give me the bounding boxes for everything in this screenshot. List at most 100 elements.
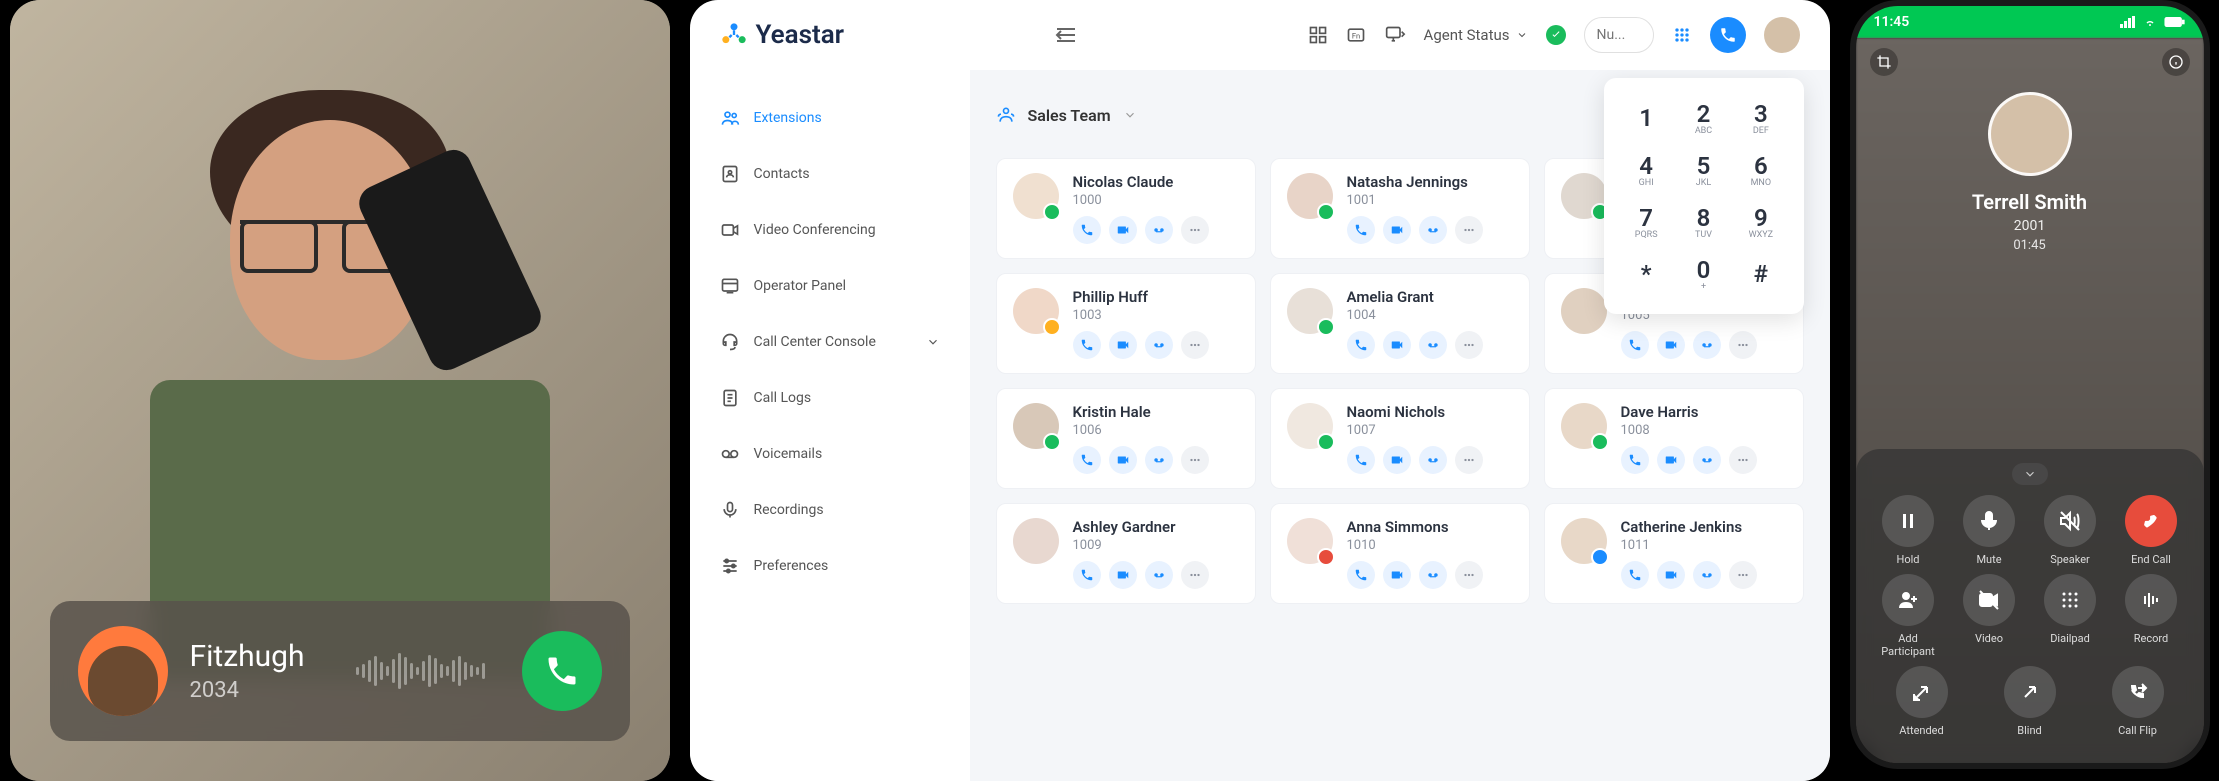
video-action[interactable]	[1109, 216, 1137, 244]
more-action[interactable]	[1729, 446, 1757, 474]
dialpad-key-#[interactable]: #	[1734, 250, 1787, 298]
call-action[interactable]	[1621, 561, 1649, 589]
mute-button[interactable]: Mute	[1954, 495, 2024, 566]
user-avatar[interactable]	[1764, 17, 1800, 53]
extension-card[interactable]: Dave Harris1008	[1544, 388, 1804, 489]
nav-item-recordings[interactable]: Recordings	[690, 482, 970, 538]
dialpad-key-2[interactable]: 2ABC	[1677, 94, 1730, 142]
nav-item-video-conferencing[interactable]: Video Conferencing	[690, 202, 970, 258]
call-action[interactable]	[1073, 331, 1101, 359]
more-action[interactable]	[1455, 561, 1483, 589]
chevron-down-icon[interactable]	[1123, 108, 1137, 122]
call-action[interactable]	[1621, 331, 1649, 359]
voicemail-action[interactable]	[1693, 561, 1721, 589]
call-button[interactable]	[1710, 17, 1746, 53]
addpart-button[interactable]: Add Participant	[1873, 574, 1943, 658]
agent-status-dropdown[interactable]: Agent Status	[1424, 26, 1528, 44]
nav-item-call-logs[interactable]: Call Logs	[690, 370, 970, 426]
nav-item-extensions[interactable]: Extensions	[690, 90, 970, 146]
more-action[interactable]	[1455, 216, 1483, 244]
extension-card[interactable]: Natasha Jennings1001	[1270, 158, 1530, 259]
collapse-sidebar-icon[interactable]	[1054, 23, 1078, 47]
attended-button[interactable]: Attended	[1887, 666, 1957, 737]
info-icon[interactable]	[2162, 48, 2190, 76]
call-action[interactable]	[1073, 446, 1101, 474]
extension-card[interactable]: Phillip Huff1003	[996, 273, 1256, 374]
extension-card[interactable]: Naomi Nichols1007	[1270, 388, 1530, 489]
call-action[interactable]	[1073, 216, 1101, 244]
dialpad-key-8[interactable]: 8TUV	[1677, 198, 1730, 246]
video-button[interactable]: Video	[1954, 574, 2024, 658]
dialpad-key-7[interactable]: 7PQRS	[1620, 198, 1673, 246]
video-action[interactable]	[1383, 216, 1411, 244]
dialpad-key-4[interactable]: 4GHI	[1620, 146, 1673, 194]
dialpad-key-3[interactable]: 3DEF	[1734, 94, 1787, 142]
video-action[interactable]	[1109, 561, 1137, 589]
more-action[interactable]	[1455, 446, 1483, 474]
voicemail-action[interactable]	[1145, 446, 1173, 474]
nav-item-call-center-console[interactable]: Call Center Console	[690, 314, 970, 370]
video-action[interactable]	[1657, 561, 1685, 589]
dialpad-key-0[interactable]: 0+	[1677, 250, 1730, 298]
voicemail-action[interactable]	[1145, 561, 1173, 589]
call-action[interactable]	[1347, 216, 1375, 244]
panel-handle[interactable]	[2012, 463, 2048, 485]
dialpad-key-1[interactable]: 1	[1620, 94, 1673, 142]
dialpad-icon[interactable]	[1672, 25, 1692, 45]
call-action[interactable]	[1073, 561, 1101, 589]
more-action[interactable]	[1729, 561, 1757, 589]
voicemail-action[interactable]	[1145, 331, 1173, 359]
blind-button[interactable]: Blind	[1995, 666, 2065, 737]
search-input[interactable]	[1584, 17, 1654, 53]
dialpad-key-6[interactable]: 6MNO	[1734, 146, 1787, 194]
call-action[interactable]	[1347, 446, 1375, 474]
voicemail-action[interactable]	[1419, 561, 1447, 589]
apps-icon[interactable]	[1308, 25, 1328, 45]
extension-card[interactable]: Amelia Grant1004	[1270, 273, 1530, 374]
monitor-icon[interactable]	[1384, 25, 1406, 45]
video-action[interactable]	[1657, 446, 1685, 474]
extension-card[interactable]: Anna Simmons1010	[1270, 503, 1530, 604]
dialpad-button[interactable]: Diailpad	[2035, 574, 2105, 658]
video-action[interactable]	[1109, 331, 1137, 359]
extension-card[interactable]: Catherine Jenkins1011	[1544, 503, 1804, 604]
call-action[interactable]	[1621, 446, 1649, 474]
nav-item-voicemails[interactable]: Voicemails	[690, 426, 970, 482]
hold-button[interactable]: Hold	[1873, 495, 1943, 566]
more-action[interactable]	[1181, 216, 1209, 244]
call-action[interactable]	[1347, 331, 1375, 359]
more-action[interactable]	[1181, 446, 1209, 474]
extension-card[interactable]: Kristin Hale1006	[996, 388, 1256, 489]
nav-item-preferences[interactable]: Preferences	[690, 538, 970, 594]
more-action[interactable]	[1181, 331, 1209, 359]
nav-item-operator-panel[interactable]: Operator Panel	[690, 258, 970, 314]
speaker-button[interactable]: Speaker	[2035, 495, 2105, 566]
video-action[interactable]	[1383, 561, 1411, 589]
video-action[interactable]	[1383, 446, 1411, 474]
record-button[interactable]: Record	[2116, 574, 2186, 658]
voicemail-action[interactable]	[1419, 331, 1447, 359]
more-action[interactable]	[1729, 331, 1757, 359]
nav-item-contacts[interactable]: Contacts	[690, 146, 970, 202]
voicemail-action[interactable]	[1419, 216, 1447, 244]
extension-card[interactable]: Nicolas Claude1000	[996, 158, 1256, 259]
callflip-button[interactable]: Call Flip	[2103, 666, 2173, 737]
more-action[interactable]	[1181, 561, 1209, 589]
dialpad-key-*[interactable]: *	[1620, 250, 1673, 298]
voicemail-action[interactable]	[1419, 446, 1447, 474]
call-action[interactable]	[1347, 561, 1375, 589]
voicemail-action[interactable]	[1145, 216, 1173, 244]
voicemail-action[interactable]	[1693, 446, 1721, 474]
video-action[interactable]	[1383, 331, 1411, 359]
crop-icon[interactable]	[1870, 48, 1898, 76]
dialpad-key-5[interactable]: 5JKL	[1677, 146, 1730, 194]
voicemail-action[interactable]	[1693, 331, 1721, 359]
dialpad-key-9[interactable]: 9WXYZ	[1734, 198, 1787, 246]
function-icon[interactable]: Fn	[1346, 25, 1366, 45]
more-action[interactable]	[1455, 331, 1483, 359]
endcall-button[interactable]: End Call	[2116, 495, 2186, 566]
answer-button[interactable]	[522, 631, 602, 711]
video-action[interactable]	[1657, 331, 1685, 359]
extension-card[interactable]: Ashley Gardner1009	[996, 503, 1256, 604]
video-action[interactable]	[1109, 446, 1137, 474]
